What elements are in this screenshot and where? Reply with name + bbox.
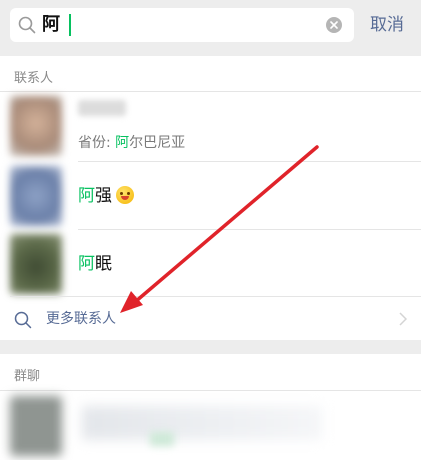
- text-caret: [69, 14, 71, 36]
- avatar: [10, 234, 62, 294]
- clear-search-icon[interactable]: [326, 17, 342, 33]
- search-icon: [18, 16, 36, 34]
- contact-province-text: 省份: 阿尔巴尼亚: [78, 135, 186, 151]
- avatar: [10, 96, 62, 156]
- contact-row-2[interactable]: 阿强: [0, 162, 421, 230]
- contacts-section: 联系人 省份: 阿尔巴尼亚 阿强 阿眠 更多联系人: [0, 56, 421, 340]
- divider: [10, 296, 421, 297]
- more-contacts-label: 更多联系人: [46, 311, 116, 327]
- contact-name-redacted: [78, 100, 126, 116]
- smiling-face-icon: [116, 186, 134, 204]
- search-icon: [14, 311, 32, 329]
- group-highlight-redacted: [150, 432, 174, 446]
- contact-row-3[interactable]: 阿眠: [0, 230, 421, 298]
- groups-section: 群聊: [0, 354, 421, 460]
- group-row[interactable]: [0, 354, 421, 460]
- contact-row-1[interactable]: 省份: 阿尔巴尼亚: [0, 92, 421, 160]
- avatar: [10, 166, 62, 226]
- search-input[interactable]: 阿: [10, 8, 354, 42]
- cancel-button[interactable]: 取消: [370, 14, 404, 36]
- avatar: [10, 396, 62, 456]
- chevron-right-icon: [399, 312, 407, 326]
- group-name-redacted: [82, 406, 322, 440]
- contacts-section-header: 联系人: [14, 71, 54, 86]
- search-query-text: 阿: [42, 14, 60, 35]
- search-bar: 阿 取消: [0, 0, 421, 52]
- contact-name: 阿强: [78, 185, 134, 207]
- contact-name: 阿眠: [78, 254, 112, 274]
